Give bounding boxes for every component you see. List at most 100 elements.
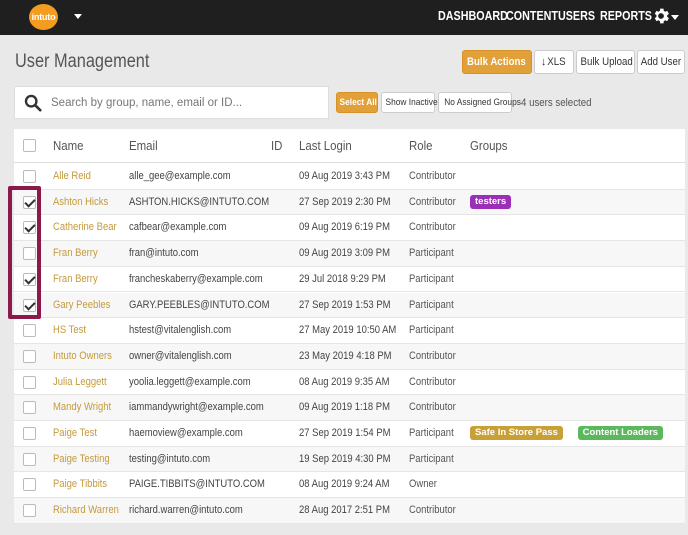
user-name-link[interactable]: Julia Leggett — [53, 376, 107, 388]
column-header-id[interactable]: ID — [271, 138, 282, 153]
logo-chevron-down-icon[interactable] — [74, 14, 82, 19]
xls-export-button[interactable]: ↓XLS — [534, 50, 574, 74]
user-role: Participant — [409, 298, 454, 311]
search-input[interactable] — [51, 87, 326, 118]
xls-label: XLS — [547, 56, 566, 68]
user-last-login: 28 Aug 2017 2:51 PM — [299, 504, 390, 517]
table-row: Julia Leggett yoolia.leggett@example.com 0… — [14, 369, 685, 396]
nav-reports[interactable]: REPORTS — [600, 9, 652, 23]
table-row: Paige Tibbits PAIGE.TIBBITS@INTUTO.COM 08 … — [14, 472, 685, 499]
row-checkbox[interactable] — [23, 452, 36, 466]
user-role: Contributor — [409, 401, 456, 414]
user-email: PAIGE.TIBBITS@INTUTO.COM — [129, 478, 265, 491]
user-role: Participant — [409, 427, 454, 439]
no-assigned-groups-label: No Assigned Groups — [444, 97, 521, 108]
user-last-login: 27 Sep 2019 1:54 PM — [299, 427, 391, 439]
column-header-name[interactable]: Name — [53, 138, 84, 153]
user-last-login: 29 Jul 2018 9:29 PM — [299, 272, 386, 285]
user-name-link[interactable]: HS Test — [53, 324, 86, 336]
settings-chevron-down-icon[interactable] — [671, 15, 679, 20]
user-name-link[interactable]: Fran Berry — [53, 273, 98, 285]
download-arrow-icon: ↓ — [540, 56, 547, 68]
row-checkbox[interactable] — [23, 324, 36, 338]
nav-users[interactable]: USERS — [558, 9, 595, 23]
row-checkbox[interactable] — [23, 504, 36, 518]
bulk-actions-label: Bulk Actions — [467, 56, 526, 68]
show-inactive-label: Show Inactive — [385, 97, 438, 108]
select-all-checkbox[interactable] — [23, 139, 36, 152]
nav-content[interactable]: CONTENT — [506, 9, 558, 23]
user-email: yoolia.leggett@example.com — [129, 375, 251, 388]
user-last-login: 27 Sep 2019 2:30 PM — [299, 195, 391, 208]
table-row: Alle Reid alle_gee@example.com 09 Aug 2019… — [14, 164, 685, 190]
gear-icon[interactable] — [651, 6, 671, 26]
bulk-upload-button[interactable]: Bulk Upload — [576, 50, 635, 74]
page-title: User Management — [15, 51, 150, 72]
row-checkbox[interactable] — [23, 221, 36, 235]
user-email: alle_gee@example.com — [129, 170, 231, 182]
user-name-link[interactable]: Richard Warren — [53, 504, 119, 516]
bulk-upload-label: Bulk Upload — [580, 56, 633, 68]
user-name-link[interactable]: Catherine Bear — [53, 221, 117, 233]
user-name-link[interactable]: Ashton Hicks — [53, 196, 108, 208]
user-email: francheskaberry@example.com — [129, 272, 263, 285]
user-name-link[interactable]: Fran Berry — [53, 247, 98, 259]
column-header-email[interactable]: Email — [129, 138, 158, 153]
user-role: Participant — [409, 247, 454, 260]
intuto-logo[interactable]: intuto — [29, 4, 58, 30]
select-all-button[interactable]: Select All — [336, 92, 378, 113]
row-checkbox[interactable] — [23, 272, 36, 286]
row-checkbox[interactable] — [23, 298, 36, 312]
user-name-link[interactable]: Paige Testing — [53, 453, 110, 465]
show-inactive-button[interactable]: Show Inactive — [381, 92, 438, 113]
table-row: Richard Warren richard.warren@intuto.com 2… — [14, 498, 685, 524]
no-assigned-groups-button[interactable]: No Assigned Groups — [438, 92, 521, 113]
user-name-link[interactable]: Paige Test — [53, 427, 97, 439]
column-header-groups: Groups — [470, 138, 508, 153]
row-checkbox[interactable] — [23, 375, 36, 389]
user-email: iammandywright@example.com — [129, 401, 264, 414]
top-nav-bar: intuto DASHBOARD CONTENT USERS REPORTS — [0, 0, 688, 35]
user-role: Contributor — [409, 349, 456, 362]
user-role: Owner — [409, 478, 437, 491]
row-checkbox[interactable] — [23, 478, 36, 492]
user-role: Participant — [409, 452, 454, 465]
row-checkbox[interactable] — [23, 401, 36, 415]
search-box — [14, 86, 329, 119]
user-role: Contributor — [409, 504, 456, 517]
user-last-login: 09 Aug 2019 1:18 PM — [299, 401, 390, 414]
user-email: cafbear@example.com — [129, 221, 227, 234]
user-last-login: 27 Sep 2019 1:53 PM — [299, 298, 391, 311]
row-checkbox[interactable] — [23, 427, 36, 440]
table-row: Fran Berry fran@intuto.com 09 Aug 2019 3:0… — [14, 241, 685, 267]
row-checkbox[interactable] — [23, 349, 36, 363]
bulk-actions-button[interactable]: Bulk Actions — [462, 50, 539, 74]
user-email: haemoview@example.com — [129, 427, 243, 439]
row-checkbox[interactable] — [23, 247, 36, 261]
table-row: Ashton Hicks ASHTON.HICKS@INTUTO.COM 27 Se… — [14, 189, 685, 216]
user-name-link[interactable]: Mandy Wright — [53, 401, 111, 413]
select-all-label: Select All — [339, 97, 377, 108]
column-header-role[interactable]: Role — [409, 138, 433, 153]
user-name-link[interactable]: Intuto Owners — [53, 350, 112, 362]
user-name-link[interactable]: Gary Peebles — [53, 299, 110, 311]
search-icon — [24, 94, 42, 112]
row-checkbox[interactable] — [23, 195, 36, 209]
user-name-link[interactable]: Paige Tibbits — [53, 478, 107, 490]
user-last-login: 09 Aug 2019 3:43 PM — [299, 170, 390, 182]
table-header: Name Email ID Last Login Role Groups — [14, 129, 685, 163]
user-role: Contributor — [409, 375, 456, 388]
user-name-link[interactable]: Alle Reid — [53, 170, 91, 182]
add-user-button[interactable]: Add User — [637, 50, 685, 74]
table-row: Intuto Owners owner@vitalenglish.com 23 Ma… — [14, 343, 685, 370]
column-header-last-login[interactable]: Last Login — [299, 138, 352, 153]
user-email: owner@vitalenglish.com — [129, 349, 232, 362]
user-last-login: 09 Aug 2019 3:09 PM — [299, 247, 390, 260]
group-tag[interactable]: Safe In Store Pass — [470, 426, 563, 440]
group-tag[interactable]: testers — [470, 194, 512, 209]
add-user-label: Add User — [640, 56, 682, 68]
group-tag[interactable]: Content Loaders — [577, 426, 664, 440]
table-row: Fran Berry francheskaberry@example.com 29 … — [14, 266, 685, 293]
nav-dashboard[interactable]: DASHBOARD — [438, 9, 508, 23]
row-checkbox[interactable] — [23, 170, 36, 183]
